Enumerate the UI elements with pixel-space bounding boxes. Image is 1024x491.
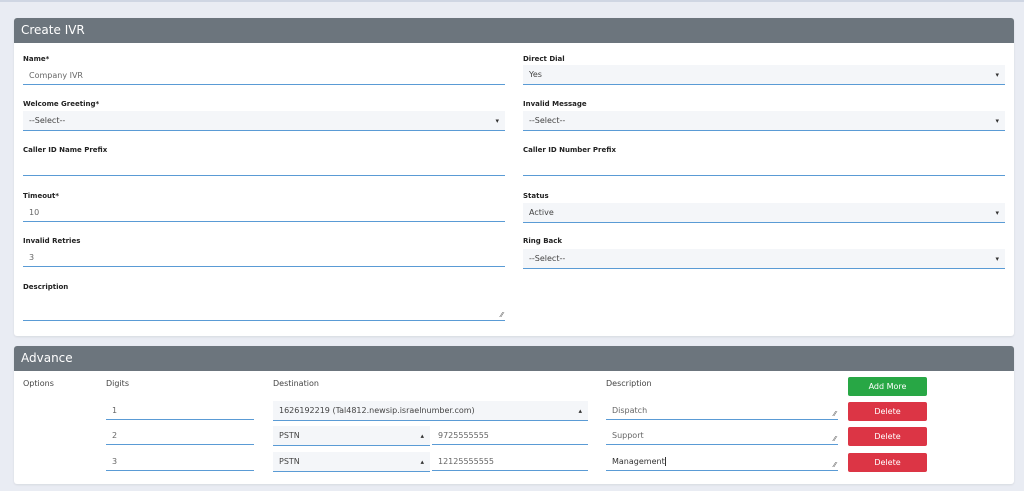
name-input[interactable]: Company IVR	[23, 67, 505, 85]
text-cursor	[664, 457, 666, 466]
name-label: Name*	[23, 55, 50, 63]
description-textarea[interactable]: ⁄⁄	[23, 303, 505, 321]
destination-header: Destination	[273, 379, 319, 388]
description-header: Description	[606, 379, 652, 388]
resize-handle-icon[interactable]: ⁄⁄	[834, 436, 836, 443]
description-textarea[interactable]: Dispatch ⁄⁄	[606, 402, 838, 420]
destination-select[interactable]: 1626192219 (Tal4812.newsip.israelnumber.…	[273, 401, 588, 421]
description-textarea[interactable]: Support ⁄⁄	[606, 427, 838, 445]
digit-input[interactable]: 2	[106, 427, 254, 445]
caret-down-icon: ▾	[995, 71, 999, 79]
digit-input[interactable]: 1	[106, 402, 254, 420]
invalid-message-value: --Select--	[529, 116, 566, 125]
ring-back-select[interactable]: --Select-- ▾	[523, 249, 1005, 269]
destination-number-input[interactable]: 9725555555	[432, 427, 588, 445]
caret-down-icon: ▾	[995, 117, 999, 125]
caller-id-name-prefix-label: Caller ID Name Prefix	[23, 146, 108, 154]
resize-handle-icon[interactable]: ⁄⁄	[501, 312, 503, 319]
invalid-retries-input[interactable]: 3	[23, 249, 505, 267]
options-header: Options	[23, 379, 54, 388]
destination-type-select[interactable]: PSTN ▴	[273, 426, 430, 446]
invalid-message-select[interactable]: --Select-- ▾	[523, 111, 1005, 131]
add-more-button[interactable]: Add More	[848, 377, 927, 396]
caret-down-icon: ▾	[995, 209, 999, 217]
row-description-value: Support	[612, 431, 644, 440]
digit-input[interactable]: 3	[106, 453, 254, 471]
row-description-value: Management	[612, 457, 665, 466]
ring-back-value: --Select--	[529, 254, 566, 263]
status-label: Status	[523, 192, 549, 200]
advance-header: Advance	[14, 346, 1014, 371]
caller-id-name-prefix-input[interactable]	[23, 158, 505, 176]
create-ivr-card: Create IVR Name* Company IVR Direct Dial…	[14, 18, 1014, 336]
delete-button[interactable]: Delete	[848, 427, 927, 446]
delete-button[interactable]: Delete	[848, 402, 927, 421]
create-ivr-header: Create IVR	[14, 18, 1014, 43]
direct-dial-label: Direct Dial	[523, 55, 565, 63]
resize-handle-icon[interactable]: ⁄⁄	[834, 462, 836, 469]
welcome-greeting-select[interactable]: --Select-- ▾	[23, 111, 505, 131]
ring-back-label: Ring Back	[523, 237, 563, 245]
advance-card: Advance Options Digits Destination Descr…	[14, 346, 1014, 484]
caller-id-number-prefix-label: Caller ID Number Prefix	[523, 146, 616, 154]
welcome-greeting-label: Welcome Greeting*	[23, 100, 100, 108]
destination-type-value: PSTN	[279, 431, 300, 440]
timeout-label: Timeout*	[23, 192, 60, 200]
status-value: Active	[529, 208, 554, 217]
row-description-value: Dispatch	[612, 406, 648, 415]
destination-number-input[interactable]: 12125555555	[432, 453, 588, 471]
caret-up-icon: ▴	[578, 407, 582, 415]
caller-id-number-prefix-input[interactable]	[523, 158, 1005, 176]
resize-handle-icon[interactable]: ⁄⁄	[834, 411, 836, 418]
caret-down-icon: ▾	[495, 117, 499, 125]
direct-dial-select[interactable]: Yes ▾	[523, 65, 1005, 85]
digits-header: Digits	[106, 379, 129, 388]
delete-button[interactable]: Delete	[848, 453, 927, 472]
invalid-retries-label: Invalid Retries	[23, 237, 81, 245]
destination-type-select[interactable]: PSTN ▴	[273, 452, 430, 472]
direct-dial-value: Yes	[529, 70, 542, 79]
destination-value: 1626192219 (Tal4812.newsip.israelnumber.…	[279, 406, 475, 415]
caret-down-icon: ▾	[995, 255, 999, 263]
top-border	[0, 0, 1024, 2]
destination-type-value: PSTN	[279, 457, 300, 466]
caret-up-icon: ▴	[420, 432, 424, 440]
description-label: Description	[23, 283, 69, 291]
caret-up-icon: ▴	[420, 458, 424, 466]
invalid-message-label: Invalid Message	[523, 100, 587, 108]
welcome-greeting-value: --Select--	[29, 116, 66, 125]
timeout-input[interactable]: 10	[23, 204, 505, 222]
description-textarea[interactable]: Management ⁄⁄	[606, 453, 838, 471]
status-select[interactable]: Active ▾	[523, 203, 1005, 223]
